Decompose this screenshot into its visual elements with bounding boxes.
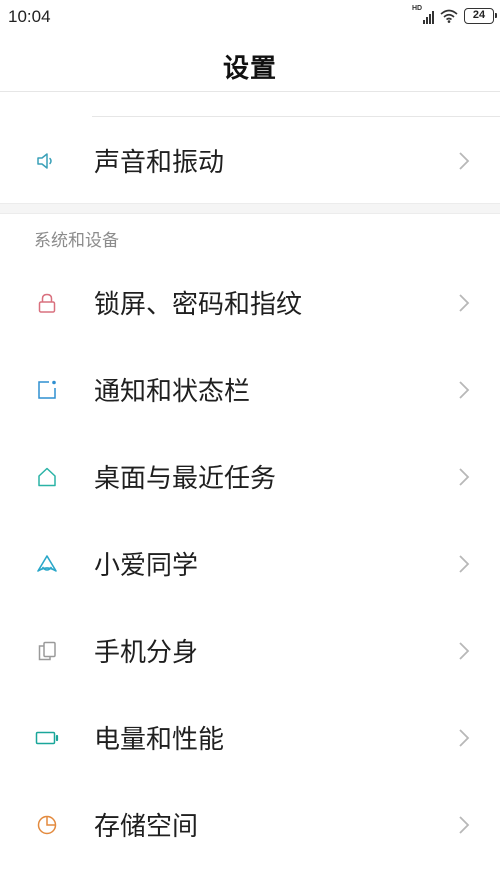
- settings-item-label: 小爱同学: [94, 550, 199, 581]
- signal-icon: HD: [412, 5, 434, 24]
- chevron-right-icon: [459, 554, 470, 573]
- status-icons: HD 24: [412, 5, 497, 26]
- section-header: 系统和设备: [34, 231, 119, 251]
- settings-item-sound[interactable]: 声音和振动: [0, 117, 500, 204]
- chevron-right-icon: [459, 728, 470, 747]
- status-bar: 10:04 HD 24: [0, 0, 500, 34]
- section-separator: [0, 203, 500, 214]
- chevron-right-icon: [459, 293, 470, 312]
- title-bar: 设置: [0, 34, 500, 92]
- chevron-right-icon: [459, 467, 470, 486]
- settings-item-storage[interactable]: 存储空间: [0, 781, 500, 868]
- settings-item-notifications[interactable]: 通知和状态栏: [0, 346, 500, 433]
- settings-item-label: 通知和状态栏: [94, 376, 251, 407]
- battery-icon: 24: [464, 8, 497, 24]
- home-icon: [34, 464, 60, 490]
- settings-item-label: 存储空间: [94, 811, 199, 842]
- notification-icon: [34, 377, 60, 403]
- network-type-label: HD: [412, 5, 423, 12]
- settings-item-label: 声音和振动: [94, 147, 225, 178]
- page-title: 设置: [222, 54, 277, 84]
- settings-item-lockscreen[interactable]: 锁屏、密码和指纹: [0, 259, 500, 346]
- battery-level: 24: [472, 9, 486, 21]
- settings-item-xiaoai[interactable]: 小爱同学: [0, 520, 500, 607]
- status-time: 10:04: [8, 7, 51, 26]
- battery-icon: [34, 725, 60, 751]
- wifi-icon: [440, 9, 458, 23]
- settings-item-second-space[interactable]: 手机分身: [0, 607, 500, 694]
- settings-item-label: 电量和性能: [94, 724, 225, 755]
- chevron-right-icon: [459, 815, 470, 834]
- lock-icon: [34, 290, 60, 316]
- speaker-icon: [34, 148, 60, 174]
- storage-pie-icon: [34, 812, 60, 838]
- chevron-right-icon: [459, 151, 470, 170]
- settings-item-label: 桌面与最近任务: [94, 463, 277, 494]
- settings-item-battery[interactable]: 电量和性能: [0, 694, 500, 781]
- settings-item-label: 锁屏、密码和指纹: [94, 289, 303, 320]
- xiaoai-icon: [34, 551, 60, 577]
- chevron-right-icon: [459, 380, 470, 399]
- chevron-right-icon: [459, 641, 470, 660]
- dual-phone-icon: [34, 638, 60, 664]
- settings-item-label: 手机分身: [94, 637, 199, 668]
- settings-item-home-screen[interactable]: 桌面与最近任务: [0, 433, 500, 520]
